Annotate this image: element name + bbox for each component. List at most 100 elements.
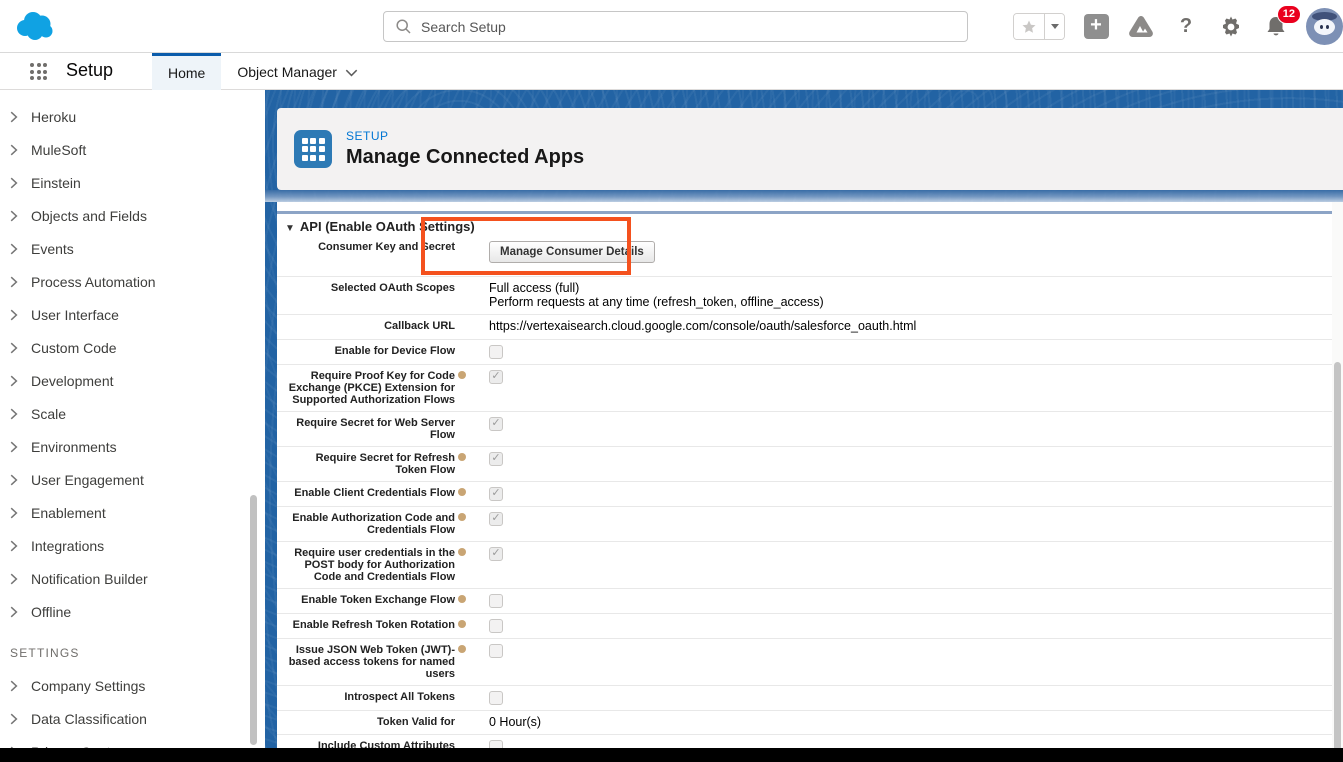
sidebar-item-einstein[interactable]: Einstein bbox=[0, 166, 265, 199]
main-scrollbar-thumb[interactable] bbox=[1334, 362, 1341, 752]
sidebar-item-company-settings[interactable]: Company Settings bbox=[0, 669, 265, 702]
require-secret-for-web-server-flow-checkbox[interactable]: ✓ bbox=[489, 417, 503, 431]
sidebar-item-label: Development bbox=[31, 373, 114, 389]
setting-value: ✓ bbox=[455, 487, 503, 501]
require-secret-for-refresh-token-flow-checkbox[interactable]: ✓ bbox=[489, 452, 503, 466]
sidebar-item-events[interactable]: Events bbox=[0, 232, 265, 265]
chevron-down-icon bbox=[345, 69, 358, 77]
setup-nav-bar: Setup Home Object Manager bbox=[0, 53, 1343, 90]
setting-label: Require Secret for Web Server Flow bbox=[285, 417, 455, 441]
setting-row-enable-refresh-token-rotation: Enable Refresh Token Rotation bbox=[277, 614, 1332, 639]
sidebar-item-label: Notification Builder bbox=[31, 571, 148, 587]
star-icon bbox=[1021, 19, 1037, 35]
manage-consumer-details-button[interactable]: Manage Consumer Details bbox=[489, 241, 655, 263]
sidebar-item-user-interface[interactable]: User Interface bbox=[0, 298, 265, 331]
setting-row-callback-url: Callback URL https://vertexaisearch.cloud… bbox=[277, 315, 1332, 340]
favorites-dropdown-button[interactable] bbox=[1044, 14, 1064, 39]
chevron-right-icon bbox=[10, 342, 18, 354]
setting-row-require-proof-key-for-code-exchange-pkce: Require Proof Key for Code Exchange (PKC… bbox=[277, 365, 1332, 412]
enable-client-credentials-flow-checkbox[interactable]: ✓ bbox=[489, 487, 503, 501]
setting-value bbox=[455, 619, 503, 633]
sidebar-item-environments[interactable]: Environments bbox=[0, 430, 265, 463]
sidebar-item-label: Scale bbox=[31, 406, 66, 422]
value-text: Perform requests at any time (refresh_to… bbox=[489, 296, 824, 310]
quick-add-button[interactable]: + bbox=[1081, 12, 1111, 42]
sidebar-item-enablement[interactable]: Enablement bbox=[0, 496, 265, 529]
setting-label: Issue JSON Web Token (JWT)-based access … bbox=[285, 644, 455, 680]
tab-label: Home bbox=[168, 65, 205, 81]
sidebar-item-data-classification[interactable]: Data Classification bbox=[0, 702, 265, 735]
sidebar-item-label: User Engagement bbox=[31, 472, 144, 488]
setting-label: Introspect All Tokens bbox=[285, 691, 455, 703]
chevron-right-icon bbox=[10, 243, 18, 255]
value-text: https://vertexaisearch.cloud.google.com/… bbox=[489, 320, 916, 334]
notifications-button[interactable]: 12 bbox=[1261, 12, 1291, 42]
sidebar-item-label: Heroku bbox=[31, 109, 76, 125]
value-text: 0 Hour(s) bbox=[489, 716, 541, 730]
tab-object-manager[interactable]: Object Manager bbox=[221, 53, 374, 90]
sidebar-scrollbar[interactable] bbox=[250, 495, 257, 745]
setting-row-require-user-credentials-in-the-post-bod: Require user credentials in the POST bod… bbox=[277, 542, 1332, 589]
sidebar-item-label: Custom Code bbox=[31, 340, 117, 356]
enable-refresh-token-rotation-checkbox[interactable] bbox=[489, 619, 503, 633]
enable-for-device-flow-checkbox[interactable] bbox=[489, 345, 503, 359]
search-input[interactable] bbox=[421, 19, 967, 35]
sidebar-item-user-engagement[interactable]: User Engagement bbox=[0, 463, 265, 496]
sidebar-item-mulesoft[interactable]: MuleSoft bbox=[0, 133, 265, 166]
require-user-credentials-in-the-post-bod-checkbox[interactable]: ✓ bbox=[489, 547, 503, 561]
setup-sidebar: Heroku MuleSoftEinsteinObjects and Fields… bbox=[0, 90, 265, 762]
enable-authorization-code-and-credential-checkbox[interactable]: ✓ bbox=[489, 512, 503, 526]
setting-row-consumer-key-and-secret: Consumer Key and SecretManage Consumer D… bbox=[277, 236, 1332, 277]
setting-label: Require Proof Key for Code Exchange (PKC… bbox=[285, 370, 455, 406]
chevron-right-icon bbox=[10, 606, 18, 618]
sidebar-item-notification-builder[interactable]: Notification Builder bbox=[0, 562, 265, 595]
tab-home[interactable]: Home bbox=[152, 53, 221, 90]
sidebar-item-heroku[interactable]: Heroku bbox=[0, 100, 265, 133]
chevron-right-icon bbox=[10, 144, 18, 156]
section-header-api-oauth[interactable]: ▼API (Enable OAuth Settings) bbox=[277, 214, 1332, 236]
tab-label: Object Manager bbox=[237, 64, 337, 80]
search-setup-input[interactable] bbox=[383, 11, 968, 42]
setting-row-token-valid-for: Token Valid for0 Hour(s) bbox=[277, 711, 1332, 736]
value-text: Full access (full) bbox=[489, 282, 824, 296]
setting-label: Enable for Device Flow bbox=[285, 345, 455, 357]
chevron-right-icon bbox=[10, 210, 18, 222]
user-avatar[interactable] bbox=[1306, 8, 1343, 45]
enable-token-exchange-flow-checkbox[interactable] bbox=[489, 594, 503, 608]
setting-label: Callback URL bbox=[285, 320, 455, 332]
sidebar-item-label: User Interface bbox=[31, 307, 119, 323]
setting-row-require-secret-for-web-server-flow: Require Secret for Web Server Flow ✓ bbox=[277, 412, 1332, 447]
issue-json-web-token-jwt-based-access-to-checkbox[interactable] bbox=[489, 644, 503, 658]
main-scrollbar-track[interactable] bbox=[1332, 202, 1343, 762]
page-title: Manage Connected Apps bbox=[346, 146, 584, 169]
sidebar-item-custom-code[interactable]: Custom Code bbox=[0, 331, 265, 364]
help-button[interactable]: ? bbox=[1171, 12, 1201, 42]
sidebar-item-integrations[interactable]: Integrations bbox=[0, 529, 265, 562]
setting-label: Enable Authorization Code and Credential… bbox=[285, 512, 455, 536]
question-mark-icon: ? bbox=[1180, 15, 1192, 38]
trailhead-help-button[interactable] bbox=[1126, 12, 1156, 42]
salesforce-logo[interactable] bbox=[13, 7, 55, 50]
setting-label: Enable Token Exchange Flow bbox=[285, 594, 455, 606]
sidebar-item-offline[interactable]: Offline bbox=[0, 595, 265, 628]
sidebar-item-label: Events bbox=[31, 241, 74, 257]
introspect-all-tokens-checkbox[interactable] bbox=[489, 691, 503, 705]
setting-row-introspect-all-tokens: Introspect All Tokens bbox=[277, 686, 1332, 711]
app-launcher-waffle-icon[interactable] bbox=[30, 63, 47, 80]
chevron-right-icon bbox=[10, 540, 18, 552]
setting-row-enable-authorization-code-and-credential: Enable Authorization Code and Credential… bbox=[277, 507, 1332, 542]
app-name-label: Setup bbox=[66, 60, 113, 81]
setting-value: https://vertexaisearch.cloud.google.com/… bbox=[455, 320, 916, 334]
sidebar-item-scale[interactable]: Scale bbox=[0, 397, 265, 430]
require-proof-key-for-code-exchange-pkce-checkbox[interactable]: ✓ bbox=[489, 370, 503, 384]
sidebar-item-development[interactable]: Development bbox=[0, 364, 265, 397]
chevron-right-icon bbox=[10, 408, 18, 420]
header-actions: + ? bbox=[1013, 0, 1343, 53]
sidebar-item-objects-and-fields[interactable]: Objects and Fields bbox=[0, 199, 265, 232]
setup-button[interactable] bbox=[1216, 12, 1246, 42]
setting-label: Enable Client Credentials Flow bbox=[285, 487, 455, 499]
setting-value: ✓ bbox=[455, 370, 503, 384]
sidebar-item-label: Environments bbox=[31, 439, 117, 455]
favorites-star-button[interactable] bbox=[1014, 14, 1044, 39]
sidebar-item-process-automation[interactable]: Process Automation bbox=[0, 265, 265, 298]
